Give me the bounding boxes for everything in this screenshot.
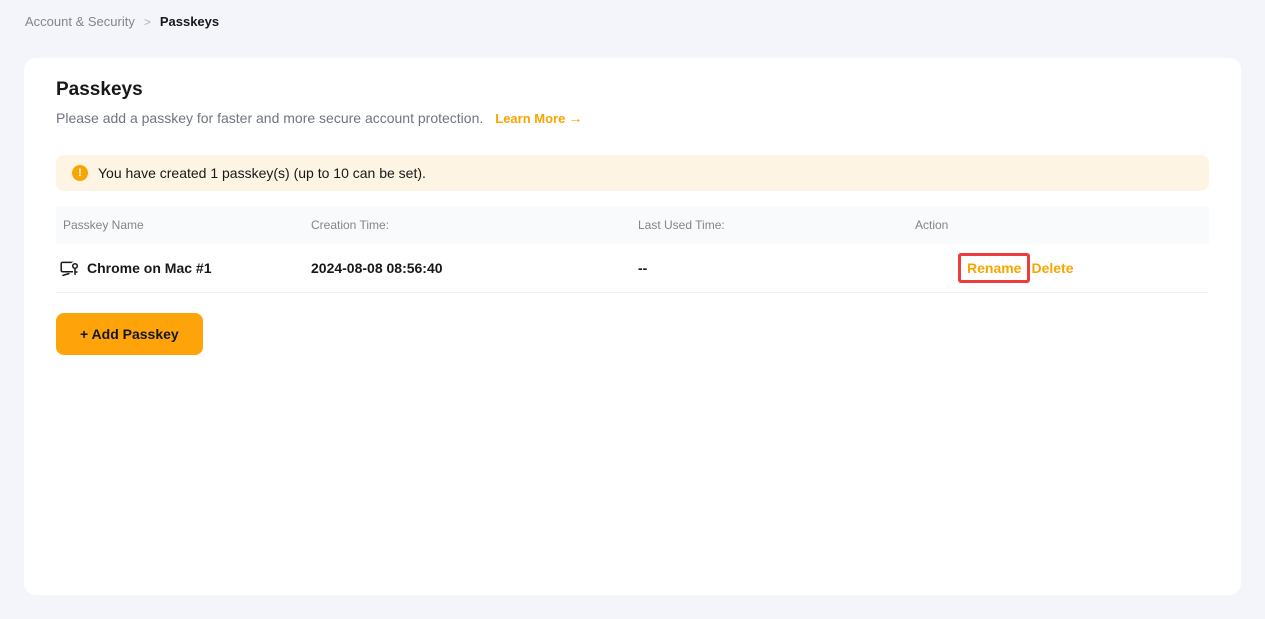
passkey-name-cell: Chrome on Mac #1 bbox=[56, 259, 311, 278]
creation-time-value: 2024-08-08 08:56:40 bbox=[311, 260, 443, 276]
breadcrumb-separator-icon: > bbox=[143, 14, 151, 29]
learn-more-label: Learn More bbox=[495, 111, 566, 126]
column-header-passkey-name: Passkey Name bbox=[63, 218, 144, 232]
breadcrumb-account-security[interactable]: Account & Security bbox=[25, 14, 135, 29]
page-title: Passkeys bbox=[56, 79, 143, 100]
table-row: Chrome on Mac #1 2024-08-08 08:56:40 -- … bbox=[56, 244, 1209, 293]
column-header-creation-time: Creation Time: bbox=[311, 218, 390, 232]
page-subtitle: Please add a passkey for faster and more… bbox=[56, 110, 484, 126]
page-subtitle-row: Please add a passkey for faster and more… bbox=[56, 110, 1209, 127]
breadcrumb: Account & Security > Passkeys bbox=[0, 0, 1265, 29]
passkeys-card: Passkeys Please add a passkey for faster… bbox=[24, 58, 1241, 595]
rename-button[interactable]: Rename bbox=[967, 260, 1021, 276]
column-header-last-used-time: Last Used Time: bbox=[638, 218, 725, 232]
learn-more-link[interactable]: Learn More → bbox=[495, 110, 582, 127]
add-passkey-button[interactable]: + Add Passkey bbox=[56, 313, 203, 355]
last-used-time-value: -- bbox=[638, 260, 648, 276]
passkeys-page: { "breadcrumb": { "parent": "Account & S… bbox=[0, 0, 1265, 619]
exclamation-circle-icon: ! bbox=[72, 165, 88, 181]
annotation-highlight-box: Rename bbox=[958, 253, 1031, 283]
breadcrumb-passkeys: Passkeys bbox=[159, 14, 220, 29]
passkey-count-banner: ! You have created 1 passkey(s) (up to 1… bbox=[56, 155, 1209, 191]
passkey-count-text: You have created 1 passkey(s) (up to 10 … bbox=[98, 165, 426, 181]
column-header-action: Action bbox=[915, 218, 949, 232]
delete-button[interactable]: Delete bbox=[1031, 260, 1073, 276]
table-header-row: Passkey Name Creation Time: Last Used Ti… bbox=[56, 206, 1209, 244]
passkey-name: Chrome on Mac #1 bbox=[87, 260, 212, 276]
action-cell: Rename Delete bbox=[915, 253, 1209, 283]
passkeys-table: Passkey Name Creation Time: Last Used Ti… bbox=[56, 206, 1209, 293]
arrow-right-icon: → bbox=[568, 110, 583, 126]
device-monitor-key-icon bbox=[60, 259, 79, 278]
